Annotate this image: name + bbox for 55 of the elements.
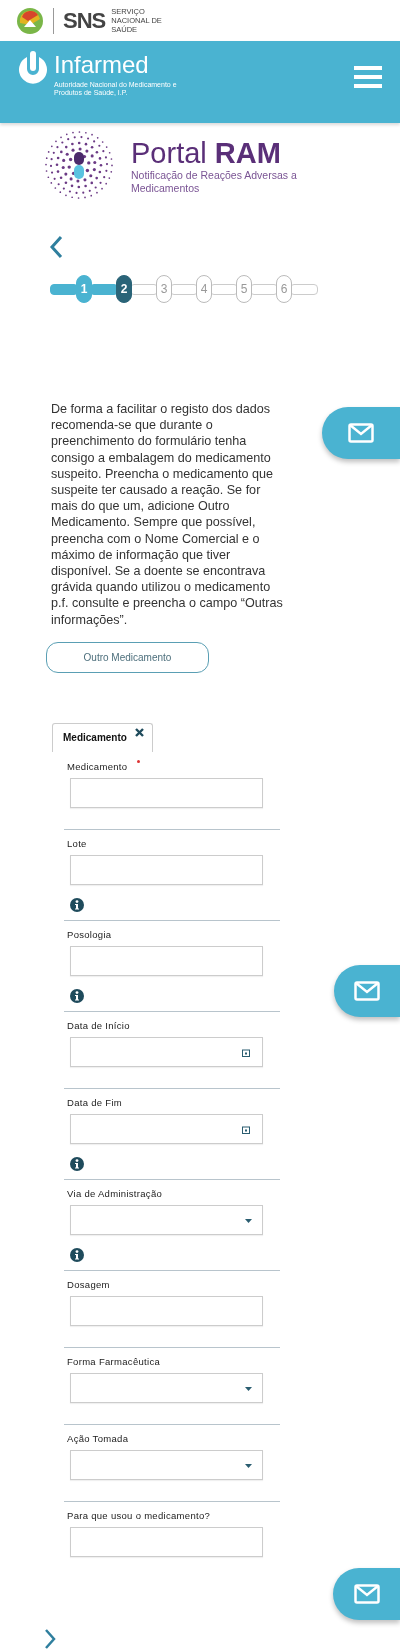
intro-paragraph: De forma a facilitar o registo dos dados recomenda-se que durante o preenchimento do formulário tenha consigo a embalagem do medicamento suspeito. Preencha o medicamento que suspeite ter causado a reação. Se for mais do que um, adicione Outro Medicamento. Sempre que possível, preencha com o Nome Comercial e o máximo de informação que tiver disponível. Se a doente se encontrava grávida quando utilizou o medicamento p.f. consulte e preencha o campo “Outras informações”. — [51, 401, 284, 628]
step-connector — [290, 283, 318, 295]
add-medicine-button[interactable]: Outro Medicamento — [46, 641, 209, 673]
contact-button[interactable] — [334, 965, 400, 1017]
caret-icon — [245, 1463, 252, 1468]
tab[interactable]: Medicamento — [52, 722, 153, 752]
field-label: Data de Início — [67, 1019, 130, 1031]
caret-icon — [245, 1386, 252, 1391]
field-label: Para que usou o medicamento? — [67, 1509, 211, 1521]
caret-icon — [245, 1218, 252, 1223]
back-chevron-icon[interactable] — [49, 235, 63, 259]
info-icon[interactable] — [70, 1156, 84, 1171]
contact-button[interactable] — [333, 1568, 400, 1620]
field-label: Via de Administração — [67, 1187, 163, 1199]
field-label: Posologia — [67, 928, 112, 940]
text-input-field[interactable] — [70, 777, 263, 808]
step-indicator[interactable]: 2 — [116, 275, 132, 303]
sns-logo-icon — [16, 6, 44, 35]
field-label: Dosagem — [67, 1278, 110, 1290]
calendar-icon[interactable] — [242, 1125, 250, 1134]
date-input-field[interactable] — [70, 1113, 263, 1144]
text-input-field[interactable] — [70, 945, 263, 976]
step-indicator[interactable]: 4 — [196, 275, 212, 303]
text-input-field[interactable] — [70, 1295, 263, 1326]
field-label: Ação Tomada — [67, 1432, 129, 1444]
next-chevron-icon[interactable] — [44, 1627, 56, 1650]
envelope-icon — [354, 981, 380, 1001]
info-icon[interactable] — [70, 1247, 84, 1262]
envelope-icon — [353, 1584, 380, 1604]
contact-button[interactable] — [322, 407, 400, 459]
step-indicator[interactable]: 5 — [236, 275, 252, 303]
info-icon[interactable] — [70, 897, 84, 912]
select-field[interactable] — [70, 1372, 263, 1403]
sns-brand: SNS — [63, 7, 106, 34]
step-indicator[interactable]: 3 — [156, 275, 172, 303]
menu-icon[interactable] — [354, 65, 382, 89]
field-label: Forma Farmacêutica — [67, 1355, 161, 1367]
infarmed-logo-icon — [16, 51, 50, 87]
text-input-field[interactable] — [70, 854, 263, 885]
infarmed-brand: Infarmed — [54, 51, 150, 79]
portal-title: Portal RAM — [131, 137, 282, 169]
date-input-field[interactable] — [70, 1036, 263, 1067]
close-icon[interactable] — [135, 727, 144, 737]
step-indicator[interactable]: 6 — [276, 275, 292, 303]
calendar-icon[interactable] — [242, 1048, 250, 1057]
field-label: Lote — [67, 837, 87, 849]
step-indicator[interactable]: 1 — [76, 275, 92, 303]
select-field[interactable] — [70, 1449, 263, 1480]
envelope-icon — [348, 423, 374, 443]
select-field[interactable] — [70, 1204, 263, 1235]
field-label: Medicamento — [67, 759, 141, 772]
text-input-field[interactable] — [70, 1526, 263, 1557]
portal-subtitle: Notificação de Reações Adversas a Medicamentos — [131, 169, 298, 195]
info-icon[interactable] — [70, 988, 84, 1003]
field-label: Data de Fim — [67, 1096, 123, 1108]
